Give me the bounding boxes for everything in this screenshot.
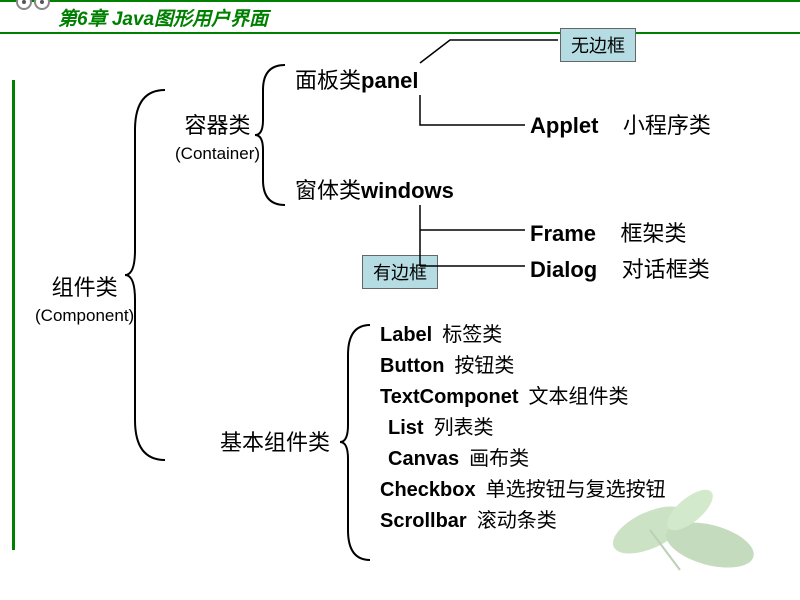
applet-cn: 小程序类 xyxy=(623,113,711,138)
brace-basic xyxy=(340,325,380,560)
dialog-cn: 对话框类 xyxy=(622,257,710,282)
frame-en: Frame xyxy=(530,221,596,246)
decor-leaves-icon xyxy=(590,470,770,580)
dialog-en: Dialog xyxy=(530,257,597,282)
applet-en: Applet xyxy=(530,113,598,138)
leaf-textcomponent: TextComponet文本组件类 xyxy=(380,382,666,413)
leaf-button: Button按钮类 xyxy=(380,351,666,382)
node-basic-components: 基本组件类 xyxy=(220,425,330,457)
leaf-frame: Frame 框架类 xyxy=(530,216,687,248)
leaf-applet: Applet 小程序类 xyxy=(530,108,711,140)
leaf-label: Label标签类 xyxy=(380,320,666,351)
frame-cn: 框架类 xyxy=(621,221,687,246)
leaf-list: List列表类 xyxy=(380,413,666,444)
leaf-dialog: Dialog 对话框类 xyxy=(530,252,710,284)
